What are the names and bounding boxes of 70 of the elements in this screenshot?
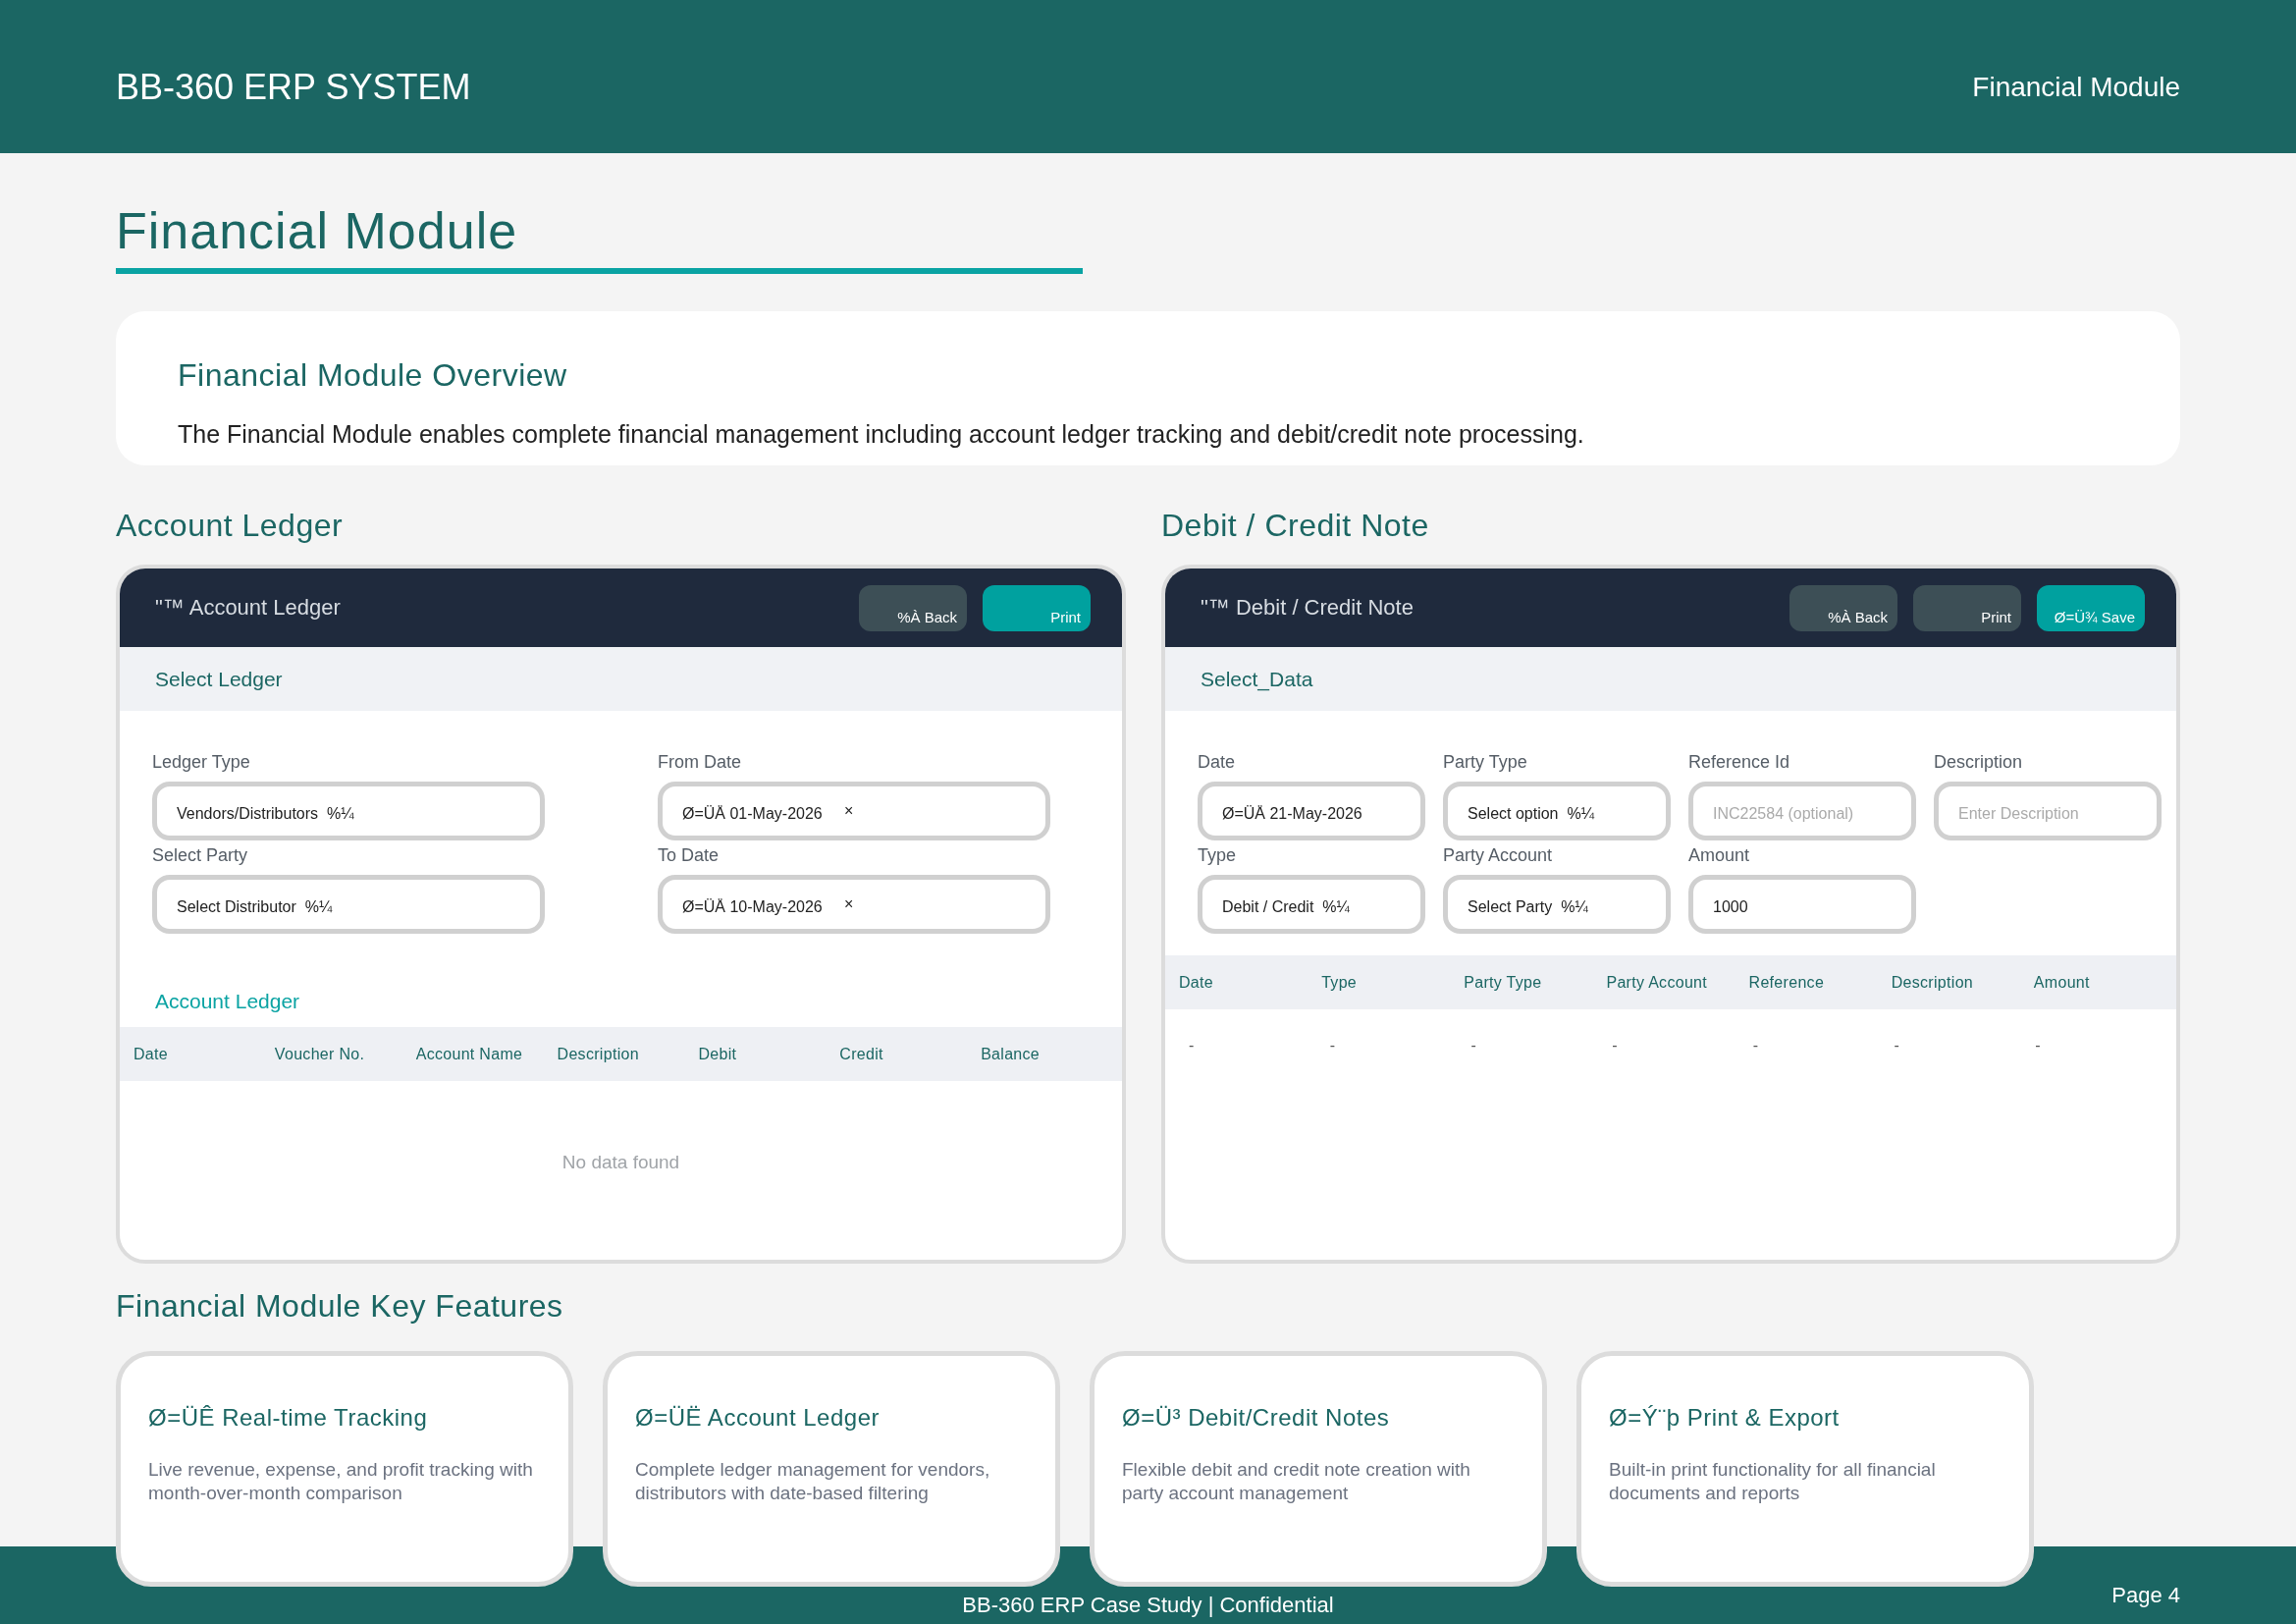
overview-title: Financial Module Overview bbox=[178, 356, 568, 395]
empty-message: No data found bbox=[561, 1152, 681, 1173]
input-field[interactable]: Select Distributor %¼ bbox=[152, 875, 545, 934]
table-cell-text: - bbox=[1470, 1037, 1477, 1055]
section-band: Select Ledger bbox=[120, 647, 1122, 711]
feature-text: Flexible debit and credit note creation with party account management bbox=[1122, 1458, 1471, 1505]
toolbar-button[interactable]: %À Back bbox=[1789, 584, 1897, 631]
input-field[interactable]: 1000 bbox=[1688, 875, 1916, 934]
table-cell-text: - bbox=[1752, 1037, 1760, 1055]
clear-button[interactable]: × bbox=[844, 895, 854, 913]
field-label: Select Party bbox=[152, 844, 249, 867]
column-header: Party Type bbox=[1464, 973, 1543, 992]
toolbar-button[interactable]: Print bbox=[1913, 584, 2021, 631]
field-label: Party Type bbox=[1443, 751, 1528, 774]
table-cell-text: - bbox=[1612, 1037, 1619, 1055]
column-header: Description bbox=[557, 1045, 640, 1063]
field-label: Amount bbox=[1688, 844, 1751, 867]
field-label: Date bbox=[1198, 751, 1237, 774]
column-header: Voucher No. bbox=[274, 1045, 366, 1063]
column-header: Description bbox=[1891, 973, 1975, 992]
feature-title: Ø=Ý¨þ Print & Export bbox=[1609, 1403, 1841, 1433]
field-label: Ledger Type bbox=[152, 751, 251, 774]
input-field[interactable]: Select option %¼ bbox=[1443, 782, 1671, 840]
field-label: Party Account bbox=[1443, 844, 1554, 867]
column-header: Account Name bbox=[415, 1045, 524, 1063]
section-title: Debit / Credit Note bbox=[1161, 507, 1430, 545]
column-header: Type bbox=[1321, 973, 1359, 992]
section-title: Account Ledger bbox=[116, 507, 345, 545]
footer-text: BB-360 ERP Case Study | Confidential bbox=[962, 1593, 1334, 1618]
table-cell-text: - bbox=[2035, 1037, 2042, 1055]
column-header: Debit bbox=[698, 1045, 738, 1063]
input-field[interactable]: INC22584 (optional) bbox=[1688, 782, 1916, 840]
feature-title: Ø=Ü³ Debit/Credit Notes bbox=[1122, 1403, 1391, 1433]
feature-text: Live revenue, expense, and profit tracking with month-over-month comparison bbox=[148, 1458, 534, 1505]
column-header: Credit bbox=[839, 1045, 884, 1063]
input-field[interactable]: Select Party %¼ bbox=[1443, 875, 1671, 934]
input-field[interactable]: Vendors/Distributors %¼ bbox=[152, 782, 545, 840]
feature-text: Complete ledger management for vendors, distributors with date-based filtering bbox=[635, 1458, 991, 1505]
field-label: From Date bbox=[658, 751, 743, 774]
overview-text: The Financial Module enables complete financial management including account ledger tracking and debit/credit note processing. bbox=[178, 419, 1585, 449]
input-field[interactable]: Enter Description bbox=[1934, 782, 2162, 840]
column-header: Date bbox=[133, 1045, 169, 1063]
module-name: Financial Module bbox=[1972, 72, 2180, 103]
table-cell-text: - bbox=[1189, 1037, 1196, 1055]
feature-title: Ø=ÜÊ Real-time Tracking bbox=[148, 1403, 429, 1433]
clear-button[interactable]: × bbox=[844, 802, 854, 820]
page-title: Financial Module bbox=[116, 201, 519, 260]
field-label: Type bbox=[1198, 844, 1238, 867]
toolbar-button[interactable]: %À Back bbox=[859, 584, 967, 631]
column-header: Balance bbox=[981, 1045, 1041, 1063]
page-number: Page 4 bbox=[2111, 1583, 2180, 1608]
table-cell-text: - bbox=[1894, 1037, 1900, 1055]
app-title: BB-360 ERP SYSTEM bbox=[116, 67, 471, 108]
column-header: Party Account bbox=[1606, 973, 1709, 992]
table-cell-text: - bbox=[1329, 1037, 1337, 1055]
feature-title: Ø=ÜË Account Ledger bbox=[635, 1403, 881, 1433]
feature-text: Built-in print functionality for all financial documents and reports bbox=[1609, 1458, 1937, 1505]
field-label: Reference Id bbox=[1688, 751, 1791, 774]
input-field[interactable]: Debit / Credit %¼ bbox=[1198, 875, 1425, 934]
column-header: Reference bbox=[1748, 973, 1826, 992]
table-title: Account Ledger bbox=[155, 989, 301, 1014]
features-title: Financial Module Key Features bbox=[116, 1287, 564, 1326]
panel-title: "™ Debit / Credit Note bbox=[1201, 595, 1414, 621]
column-header: Amount bbox=[2033, 973, 2091, 992]
section-band: Select_Data bbox=[1165, 647, 2176, 711]
panel-title: "™ Account Ledger bbox=[155, 595, 341, 621]
column-header: Date bbox=[1179, 973, 1214, 992]
input-field[interactable]: Ø=ÜÅ 21-May-2026 bbox=[1198, 782, 1425, 840]
field-label: Description bbox=[1934, 751, 2024, 774]
field-label: To Date bbox=[658, 844, 721, 867]
